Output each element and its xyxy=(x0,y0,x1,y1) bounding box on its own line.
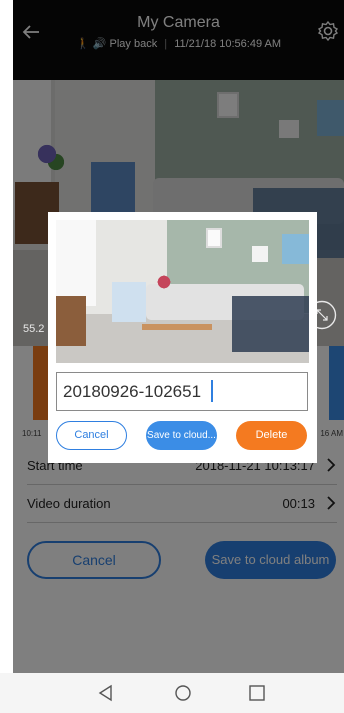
nav-recent-icon[interactable] xyxy=(248,684,266,702)
save-clip-dialog: Cancel Save to cloud... Delete xyxy=(48,212,317,463)
dialog-cancel-button[interactable]: Cancel xyxy=(56,421,127,450)
timeline-end-label: 16 AM xyxy=(320,429,343,438)
filename-input[interactable] xyxy=(56,372,308,411)
dialog-delete-button[interactable]: Delete xyxy=(236,421,307,450)
system-nav-bar xyxy=(0,673,344,713)
text-caret xyxy=(211,380,213,402)
clip-thumbnail xyxy=(56,220,309,363)
timeline-start-label: 10:11 xyxy=(22,429,42,438)
dialog-save-to-cloud-button[interactable]: Save to cloud... xyxy=(146,421,217,450)
nav-home-icon[interactable] xyxy=(174,684,192,702)
nav-back-icon[interactable] xyxy=(97,684,115,702)
video-time-overlay: 55.2 xyxy=(23,323,45,335)
